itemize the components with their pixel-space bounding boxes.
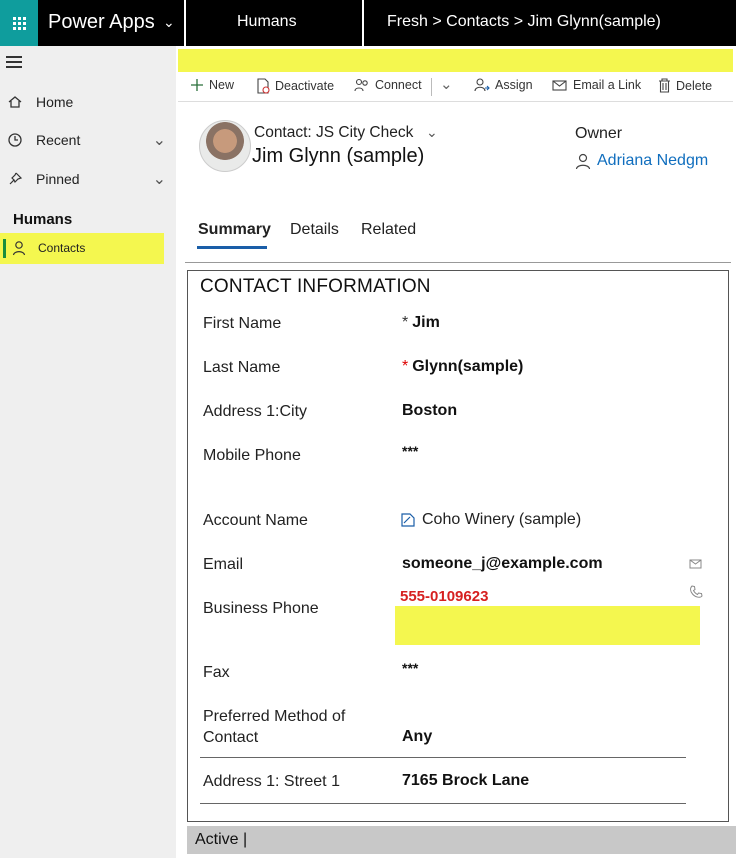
person-icon bbox=[575, 153, 591, 169]
home-icon bbox=[8, 96, 22, 108]
preferred-method-label: Preferred Method of Contact bbox=[203, 706, 345, 748]
divider bbox=[362, 0, 364, 46]
active-indicator bbox=[3, 239, 6, 258]
assign-button[interactable]: Assign bbox=[474, 78, 533, 92]
person-icon bbox=[12, 241, 26, 256]
highlight-strip bbox=[178, 49, 733, 72]
send-email-icon[interactable] bbox=[689, 558, 703, 570]
required-marker: * bbox=[402, 314, 409, 331]
form-selector[interactable]: Contact: JS City Check bbox=[254, 124, 413, 142]
hamburger-menu-icon[interactable] bbox=[6, 56, 22, 71]
deactivate-button[interactable]: Deactivate bbox=[256, 78, 334, 94]
delete-button-label: Delete bbox=[676, 78, 713, 93]
mobile-phone-label: Mobile Phone bbox=[203, 447, 301, 464]
chevron-down-icon[interactable]: ⌄ bbox=[163, 14, 175, 31]
business-phone-label: Business Phone bbox=[203, 600, 319, 617]
phone-icon[interactable] bbox=[689, 585, 703, 599]
chevron-down-icon[interactable]: ⌄ bbox=[153, 169, 166, 189]
fax-field[interactable]: *** bbox=[402, 660, 418, 676]
sidebar-item-label: Recent bbox=[36, 132, 81, 148]
sidebar-item-label: Contacts bbox=[38, 241, 86, 255]
divider bbox=[185, 262, 731, 263]
clock-icon bbox=[8, 133, 22, 147]
account-icon bbox=[401, 513, 415, 527]
chevron-down-icon[interactable]: ⌄ bbox=[426, 124, 438, 141]
new-button[interactable]: New bbox=[190, 78, 234, 92]
tab-related[interactable]: Related bbox=[361, 221, 416, 239]
sidebar-item-label: Pinned bbox=[36, 171, 80, 187]
deactivate-icon bbox=[257, 78, 270, 94]
last-name-value: Glynn(sample) bbox=[412, 358, 524, 375]
last-name-field[interactable]: * Glynn(sample) bbox=[402, 358, 523, 376]
divider bbox=[200, 803, 686, 804]
first-name-label: First Name bbox=[203, 315, 282, 332]
divider bbox=[431, 78, 432, 96]
trash-icon bbox=[659, 78, 670, 93]
sidebar-item-home[interactable]: Home bbox=[0, 87, 176, 117]
sidebar-item-label: Home bbox=[36, 94, 74, 110]
first-name-value: Jim bbox=[412, 314, 440, 331]
tab-details[interactable]: Details bbox=[290, 221, 339, 239]
email-link-button-label: Email a Link bbox=[573, 78, 642, 92]
record-status: Active | bbox=[195, 831, 248, 848]
record-title: Jim Glynn (sample) bbox=[252, 145, 425, 167]
sidebar: Home Recent ⌄ Pinned ⌄ Humans Contacts bbox=[0, 46, 176, 858]
divider bbox=[200, 757, 686, 758]
city-label: Address 1:City bbox=[203, 403, 308, 420]
sidebar-item-contacts[interactable]: Contacts bbox=[0, 233, 164, 264]
environment-name[interactable]: Humans bbox=[237, 13, 297, 31]
preferred-method-label-line1: Preferred Method of bbox=[203, 708, 346, 725]
deactivate-button-label: Deactivate bbox=[275, 79, 335, 93]
top-bar: Power Apps ⌄ Humans Fresh > Contacts > J… bbox=[0, 0, 736, 46]
owner-name: Adriana Nedgm bbox=[597, 152, 709, 169]
avatar bbox=[199, 120, 251, 172]
divider bbox=[184, 0, 186, 46]
preferred-method-label-line2: Contact bbox=[203, 729, 259, 746]
waffle-icon bbox=[12, 16, 26, 30]
app-launcher-button[interactable] bbox=[0, 0, 38, 46]
mobile-phone-field[interactable]: *** bbox=[402, 443, 418, 459]
assign-button-label: Assign bbox=[495, 78, 533, 92]
email-field[interactable]: someone_j@example.com bbox=[402, 555, 603, 573]
account-name-label: Account Name bbox=[203, 512, 308, 529]
first-name-field[interactable]: * Jim bbox=[402, 314, 440, 332]
connect-button-label: Connect bbox=[375, 78, 422, 92]
sidebar-item-recent[interactable]: Recent ⌄ bbox=[0, 125, 176, 155]
connect-button[interactable]: Connect bbox=[354, 78, 422, 92]
city-field[interactable]: Boston bbox=[402, 402, 457, 420]
street-field[interactable]: 7165 Brock Lane bbox=[402, 772, 529, 790]
owner-link[interactable]: Adriana Nedgm bbox=[575, 152, 708, 170]
account-name-link[interactable]: Coho Winery (sample) bbox=[400, 511, 581, 529]
sidebar-item-pinned[interactable]: Pinned ⌄ bbox=[0, 164, 176, 194]
email-link-icon bbox=[552, 79, 567, 91]
breadcrumb: Fresh > Contacts > Jim Glynn(sample) bbox=[387, 13, 661, 30]
required-marker: * bbox=[402, 358, 409, 375]
app-title[interactable]: Power Apps bbox=[48, 11, 155, 34]
plus-icon bbox=[191, 79, 203, 91]
delete-button[interactable]: Delete bbox=[658, 78, 712, 93]
active-tab-indicator bbox=[197, 246, 267, 249]
email-link-button[interactable]: Email a Link bbox=[552, 78, 641, 92]
command-bar: New Deactivate Connect ⌄ Assign Email a … bbox=[178, 72, 733, 102]
section-title: CONTACT INFORMATION bbox=[200, 276, 431, 297]
chevron-down-icon[interactable]: ⌄ bbox=[440, 75, 453, 93]
status-bar bbox=[187, 826, 736, 854]
sidebar-group-title: Humans bbox=[13, 211, 73, 228]
owner-label: Owner bbox=[575, 125, 623, 142]
pin-icon bbox=[9, 172, 23, 185]
highlight-box bbox=[395, 606, 700, 645]
tab-summary[interactable]: Summary bbox=[198, 221, 271, 239]
connect-icon bbox=[354, 78, 368, 92]
email-label: Email bbox=[203, 556, 244, 573]
street-label: Address 1: Street 1 bbox=[203, 773, 340, 790]
fax-label: Fax bbox=[203, 664, 230, 681]
assign-icon bbox=[474, 78, 490, 92]
account-name-value: Coho Winery (sample) bbox=[422, 511, 582, 528]
preferred-method-field[interactable]: Any bbox=[402, 728, 432, 746]
chevron-down-icon[interactable]: ⌄ bbox=[153, 130, 166, 150]
new-button-label: New bbox=[209, 78, 235, 92]
last-name-label: Last Name bbox=[203, 359, 281, 376]
business-phone-field[interactable]: 555-0109623 bbox=[400, 588, 488, 605]
